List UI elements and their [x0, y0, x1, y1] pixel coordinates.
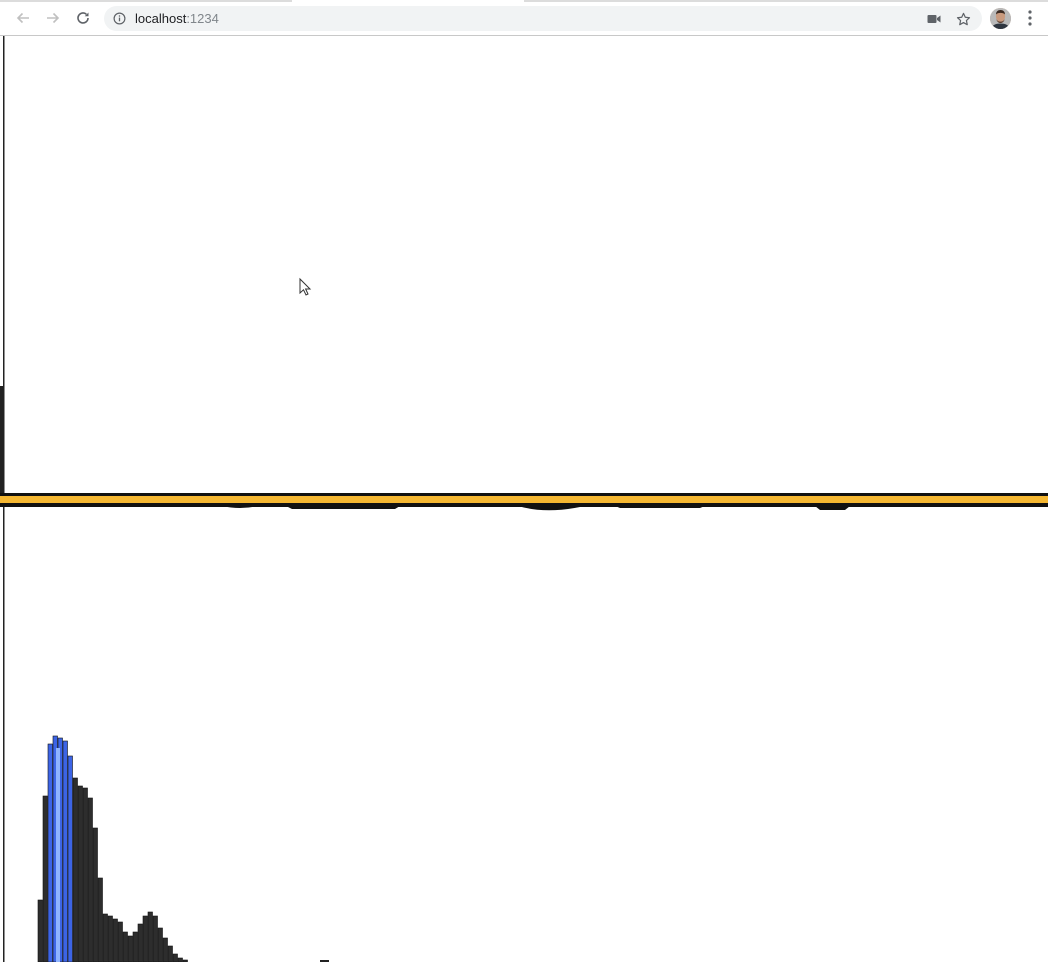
histogram-bar [122, 931, 128, 962]
forward-button[interactable] [42, 7, 64, 29]
horizontal-divider[interactable] [0, 493, 1048, 511]
histogram-bar [162, 937, 168, 962]
histogram-bar [172, 953, 178, 962]
histogram-bar [107, 915, 113, 962]
histogram-bar [177, 957, 183, 962]
reload-icon [77, 12, 89, 24]
histogram-bar [142, 915, 148, 962]
tab-edge [524, 0, 1048, 2]
kebab-menu-icon [1028, 10, 1032, 26]
info-icon[interactable] [113, 12, 126, 25]
histogram-bar [62, 740, 68, 962]
back-button[interactable] [12, 7, 34, 29]
histogram-bar [82, 787, 88, 962]
histogram-bar [37, 899, 43, 962]
histogram-bar [72, 777, 78, 962]
tab-edge [0, 0, 292, 2]
url-host: localhost [135, 11, 187, 26]
back-arrow-icon [16, 12, 29, 24]
visualization-svg [0, 36, 1048, 962]
url-text: localhost:1234 [135, 11, 219, 26]
mouse-cursor-icon [299, 277, 312, 296]
page-canvas[interactable] [0, 36, 1048, 962]
histogram-bar [157, 927, 163, 962]
histogram-bar [112, 918, 118, 962]
histogram-bar [47, 743, 53, 962]
histogram-bar [152, 915, 158, 962]
histogram-bar [117, 921, 123, 962]
url-port: :1234 [186, 11, 219, 26]
histogram-bar [127, 935, 133, 962]
histogram-bar [97, 877, 103, 962]
camera-button[interactable] [925, 10, 943, 28]
reload-button[interactable] [72, 7, 94, 29]
avatar[interactable] [990, 8, 1011, 29]
star-icon [956, 12, 970, 25]
left-edge-mark [0, 386, 3, 506]
bookmark-button[interactable] [954, 10, 972, 28]
histogram-bar [132, 931, 138, 962]
histogram [37, 735, 188, 962]
histogram-highlight [56, 748, 60, 962]
browser-toolbar: localhost:1234 [0, 0, 1048, 36]
histogram-bar [92, 827, 98, 962]
histogram-bar [67, 755, 73, 962]
histogram-bar [102, 913, 108, 962]
divider-fill [0, 496, 1048, 503]
histogram-bar [77, 785, 83, 962]
profile-avatar-icon [990, 8, 1011, 29]
video-camera-icon [927, 15, 941, 23]
browser-menu-button[interactable] [1022, 8, 1038, 28]
histogram-bar [167, 945, 173, 962]
address-bar[interactable]: localhost:1234 [104, 6, 982, 31]
histogram-bar [137, 923, 143, 962]
histogram-bar [87, 797, 93, 962]
forward-arrow-icon [47, 12, 60, 24]
histogram-bar [42, 795, 48, 962]
histogram-bar [147, 911, 153, 962]
